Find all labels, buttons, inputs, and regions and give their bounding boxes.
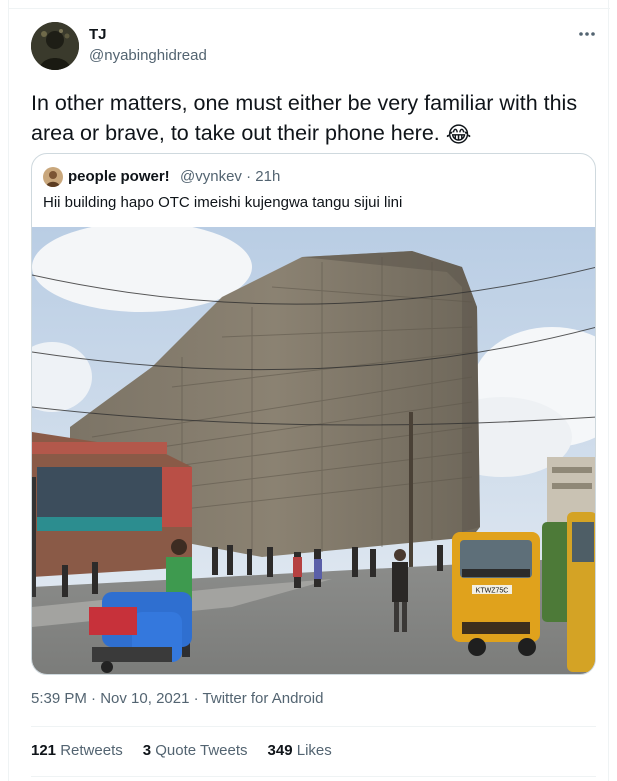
more-horizontal-icon[interactable] [575,22,599,46]
tweet-source[interactable]: Twitter for Android [203,690,324,707]
quoted-text: Hii building hapo OTC imeishi kujengwa t… [43,194,403,211]
tears-of-joy-emoji: 😂 [445,122,472,147]
tuktuk-plate: KTWZ75C [476,588,509,595]
quote-tweets-label: Quote Tweets [155,742,248,759]
quote-tweets-count: 3 [142,742,152,759]
tweet-meta: 5:39 PM · Nov 10, 2021 · Twitter for And… [31,690,323,707]
tweet-time[interactable]: 5:39 PM [31,690,87,707]
tweet-body: In other matters, one must either be ver… [31,91,578,145]
meta-separator: · [193,690,199,707]
tweet-stats: 121 Retweets 3 Quote Tweets 349 Likes [31,742,332,759]
likes-stat[interactable]: 349 Likes [268,742,332,759]
author-avatar[interactable] [31,22,79,70]
retweets-stat[interactable]: 121 Retweets [31,742,123,759]
quoted-author-avatar[interactable] [43,167,63,187]
quoted-meta: @vynkev · 21h [180,168,280,185]
meta-separator: · [91,690,97,707]
quote-tweets-stat[interactable]: 3 Quote Tweets [143,742,248,759]
divider [31,726,596,727]
retweets-count: 121 [31,742,57,759]
author-handle[interactable]: @nyabinghidread [89,47,207,64]
divider [31,776,596,777]
author-display-name[interactable]: TJ [89,26,107,43]
likes-count: 349 [267,742,293,759]
street-scene-image: KTWZ75C [32,222,595,674]
retweets-label: Retweets [60,742,123,759]
quoted-handle[interactable]: @vynkev [180,168,242,185]
tweet-text: In other matters, one must either be ver… [31,88,596,148]
quoted-tweet[interactable]: people power! @vynkev · 21h Hii building… [31,153,596,675]
tweet-card: TJ @nyabinghidread In other matters, one… [8,0,610,781]
quoted-time[interactable]: 21h [255,168,280,185]
likes-label: Likes [296,742,332,759]
top-divider [9,8,610,9]
quoted-display-name[interactable]: people power! [68,168,170,185]
quoted-separator: · [246,168,252,185]
quoted-photo[interactable]: KTWZ75C [32,222,595,674]
tweet-date[interactable]: Nov 10, 2021 [100,690,189,707]
